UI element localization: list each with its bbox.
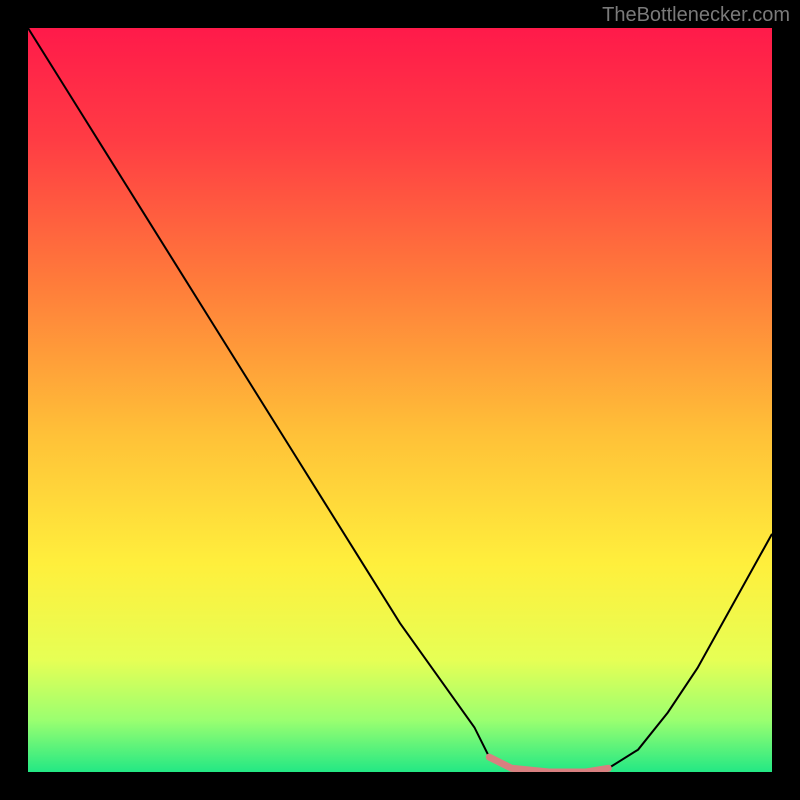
gradient-background <box>28 28 772 772</box>
attribution-text: TheBottlenecker.com <box>602 4 790 27</box>
bottleneck-chart <box>28 28 772 772</box>
